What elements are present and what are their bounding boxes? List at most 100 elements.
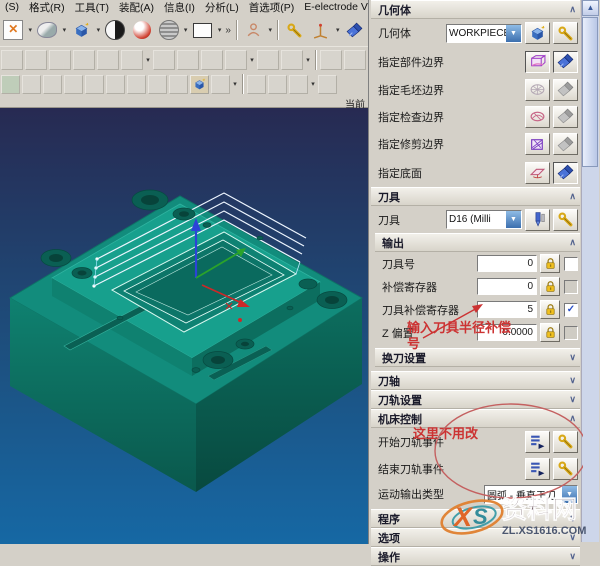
dropdown-arrow-icon[interactable]: ▾ [216,26,224,34]
lock-icon[interactable] [540,277,560,296]
toolbar-button[interactable] [64,74,83,94]
blank-boundary-button[interactable] [525,78,550,101]
window-button[interactable] [190,17,215,43]
menu-item-format[interactable]: 格式(R) [24,0,70,14]
dropdown-arrow-icon[interactable]: ▾ [95,26,103,34]
part-boundary-select-button[interactable] [553,50,578,73]
orient-wcs-button[interactable] [240,17,266,43]
geometry-dropdown[interactable]: WORKPIECE ▼ [446,23,522,43]
layer-display-button[interactable] [156,17,181,43]
dropdown-arrow-icon[interactable]: ▾ [248,56,256,64]
tool-comp-register-input[interactable]: 5 [477,301,537,318]
end-events-wrench-button[interactable] [553,457,578,480]
section-header-program[interactable]: 程序 ∨ [371,509,580,528]
edit-geometry-button[interactable] [553,22,578,44]
toolbar-button[interactable] [121,50,143,70]
toolbar-button[interactable] [177,50,199,70]
toolbar-button[interactable] [169,74,188,94]
comp-register-input[interactable]: 0 [477,278,537,295]
section-header-path-settings[interactable]: 刀轨设置 ∨ [371,390,580,409]
snapshot-button[interactable] [35,17,60,43]
chevron-down-icon[interactable]: ▼ [506,24,521,42]
chevron-down-icon[interactable]: ▼ [506,211,521,228]
motion-output-dropdown[interactable]: 圆弧 - 垂直于刀 ▼ [484,484,578,504]
toolbar-button[interactable] [344,50,366,70]
chevron-down-icon[interactable]: ∨ [569,394,576,405]
section-header-tool-change[interactable]: 换刀设置 ∨ [375,348,580,367]
transform-a-button[interactable] [281,17,307,43]
toolbar-button[interactable] [106,74,125,94]
chevron-down-icon[interactable]: ∨ [569,513,576,524]
blank-boundary-select-button[interactable] [553,78,578,101]
dropdown-arrow-icon[interactable]: ▾ [27,26,35,34]
toolbar-button[interactable] [289,74,308,94]
dropdown-arrow-icon[interactable]: ▾ [231,80,239,88]
section-header-tool[interactable]: 刀具 ∧ [371,187,580,206]
toolbar-button[interactable] [148,74,167,94]
dropdown-arrow-icon[interactable]: ▾ [334,26,342,34]
toolbar-button[interactable] [201,50,223,70]
graphics-viewport[interactable] [0,108,368,544]
toolbar-button[interactable] [43,74,62,94]
toolbar-button[interactable] [225,50,247,70]
chevron-up-icon[interactable]: ∧ [569,237,576,248]
menu-item-e-electrode[interactable]: E-electrode V1.9 [299,1,368,13]
chevron-up-icon[interactable]: ∧ [569,4,576,15]
menu-item[interactable]: (S) [0,1,24,13]
tool-dropdown[interactable]: D16 (Milli ▼ [446,210,522,229]
scrollbar-thumb[interactable] [582,17,598,167]
toolbar-button[interactable] [97,50,119,70]
section-header-tool-axis[interactable]: 刀轴 ∨ [371,371,580,390]
toolbar-button[interactable] [49,50,71,70]
section-header-geometry[interactable]: 几何体 ∧ [371,0,580,19]
trim-boundary-button[interactable] [525,133,550,155]
menu-item-tools[interactable]: 工具(T) [70,0,114,14]
transform-c-button[interactable] [342,17,368,43]
toolbar-button[interactable] [281,50,303,70]
dropdown-arrow-icon[interactable]: ▾ [182,26,190,34]
z-offset-checkbox[interactable] [564,325,578,340]
toolbar-button[interactable] [153,50,175,70]
transform-b-button[interactable] [308,17,333,43]
chevron-up-icon[interactable]: ∧ [569,191,576,202]
toolbar-button[interactable] [1,50,23,70]
toolbar-button[interactable] [268,74,287,94]
tool-comp-register-checkbox[interactable]: ✓ [564,302,578,317]
render-style-button[interactable] [129,17,155,43]
toolbar-button[interactable] [318,74,337,94]
shaded-display-button[interactable] [103,17,128,43]
dropdown-arrow-icon[interactable]: ▾ [309,80,317,88]
start-events-edit-button[interactable] [525,430,550,453]
overflow-chevron-icon[interactable]: » [225,25,231,36]
tool-number-input[interactable]: 0 [477,255,537,272]
chevron-down-icon[interactable]: ∨ [569,375,576,386]
floor-button[interactable] [525,161,550,184]
edit-tool-button[interactable] [553,208,578,231]
tool-number-checkbox[interactable] [564,256,578,271]
end-events-edit-button[interactable] [525,457,550,480]
toolbar-button[interactable] [211,74,230,94]
toolbar-button[interactable] [22,74,41,94]
menu-item-assembly[interactable]: 装配(A) [114,0,159,14]
chevron-down-icon[interactable]: ∨ [569,352,576,363]
dropdown-arrow-icon[interactable]: ▾ [266,26,274,34]
section-header-options[interactable]: 选项 ∨ [371,528,580,547]
chevron-up-icon[interactable]: ∧ [569,413,576,424]
part-boundary-button[interactable] [525,50,550,73]
isometric-view-button[interactable] [69,17,94,43]
toolbar-button[interactable] [25,50,47,70]
check-boundary-select-button[interactable] [553,105,578,128]
dropdown-arrow-icon[interactable]: ▾ [61,26,69,34]
lock-icon[interactable] [540,323,560,342]
menu-item-preferences[interactable]: 首选项(P) [244,0,300,14]
new-tool-button[interactable] [525,208,550,231]
trim-boundary-select-button[interactable] [553,133,578,155]
lock-icon[interactable] [540,300,560,319]
toolbar-button[interactable] [1,74,20,94]
new-geometry-button[interactable] [525,22,550,44]
lock-icon[interactable] [540,254,560,273]
menu-item-analysis[interactable]: 分析(L) [200,0,244,14]
toolbar-button[interactable] [85,74,104,94]
toolbar-button[interactable] [320,50,342,70]
comp-register-checkbox[interactable] [564,279,578,294]
